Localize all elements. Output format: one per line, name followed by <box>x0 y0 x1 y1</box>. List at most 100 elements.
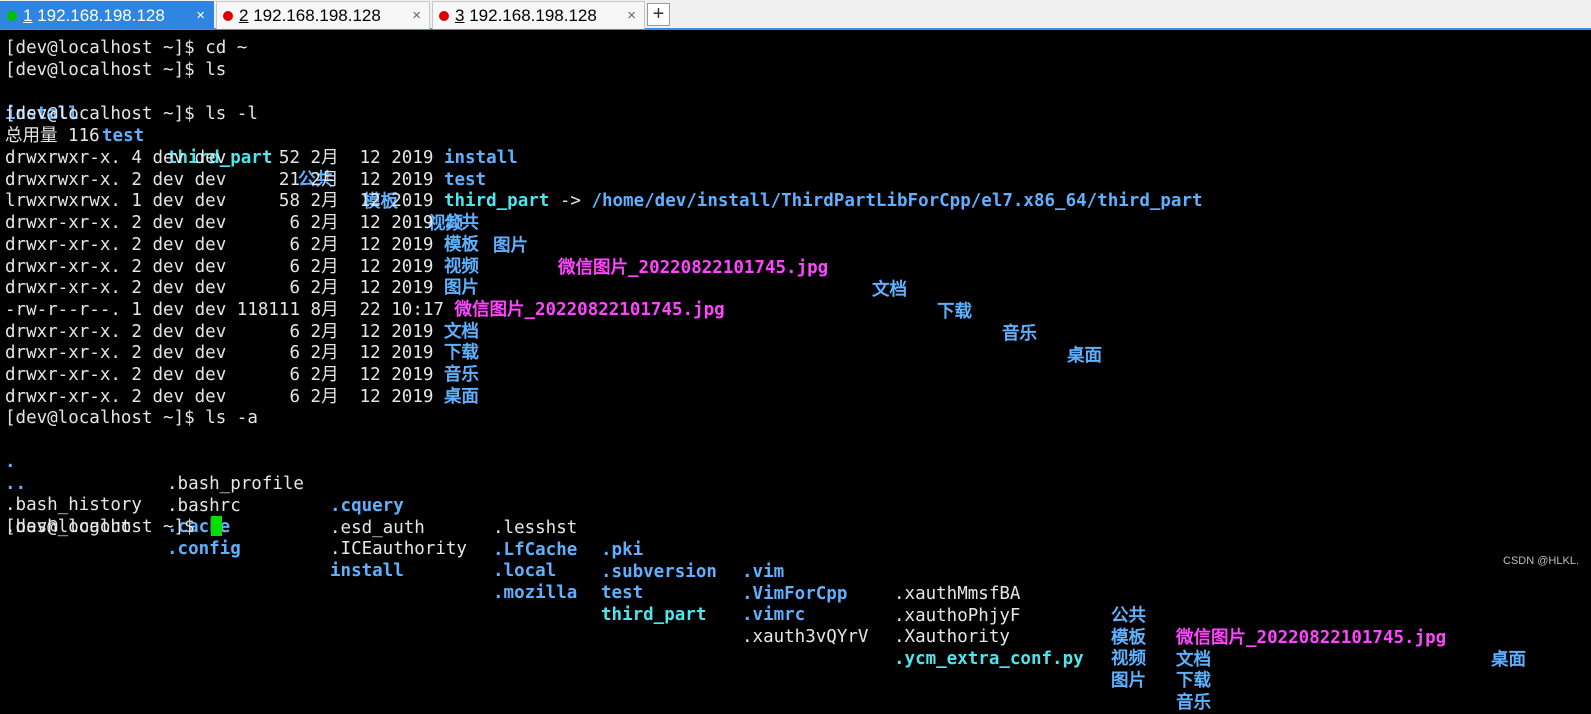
prompt: [dev@localhost ~]$ <box>5 60 205 80</box>
file-name: 模板 <box>444 235 479 255</box>
ls-item: third_part <box>601 604 706 626</box>
ls-item: .xauthoPhjyF <box>894 605 1020 627</box>
tab-number: 3 <box>455 6 464 25</box>
prompt: [dev@localhost ~]$ <box>5 38 205 58</box>
status-dot-icon <box>439 11 449 21</box>
ls-item: .pki <box>601 539 643 561</box>
file-meta: drwxr-xr-x. 2 dev dev 6 2月 12 2019 <box>5 387 444 407</box>
close-icon[interactable]: × <box>196 2 205 30</box>
file-name: 下载 <box>444 343 479 363</box>
ls-item: 图片 <box>1111 670 1146 692</box>
file-name: 音乐 <box>444 365 479 385</box>
ls-l-row: drwxr-xr-x. 2 dev dev 6 2月 12 2019 公共 <box>5 212 479 234</box>
file-meta: drwxr-xr-x. 2 dev dev 6 2月 12 2019 <box>5 257 444 277</box>
file-meta: drwxr-xr-x. 2 dev dev 6 2月 12 2019 <box>5 365 444 385</box>
ls-l-row: drwxr-xr-x. 2 dev dev 6 2月 12 2019 模板 <box>5 234 479 256</box>
ls-item: .config <box>167 538 241 560</box>
file-name: install <box>444 148 518 168</box>
prompt: [dev@localhost ~]$ <box>5 104 205 124</box>
command-line: [dev@localhost ~]$ ls <box>5 59 226 81</box>
ls-l-row: drwxr-xr-x. 2 dev dev 6 2月 12 2019 视频 <box>5 256 479 278</box>
ls-a-row: .bash_logout .config install .mozilla th… <box>5 494 1565 516</box>
ls-item: 下载 <box>937 301 972 323</box>
file-meta: drwxr-xr-x. 2 dev dev 6 2月 12 2019 <box>5 235 444 255</box>
tab-host: 192.168.198.128 <box>253 6 381 25</box>
ls-item: 视频 <box>1111 648 1146 670</box>
tab-host: 192.168.198.128 <box>469 6 597 25</box>
ls-item: .VimForCpp <box>742 583 847 605</box>
status-dot-icon <box>223 11 233 21</box>
file-name: third_part <box>444 191 549 211</box>
link-target: /home/dev/install/ThirdPartLibForCpp/el7… <box>591 191 1202 211</box>
ls-item: .local <box>493 560 556 582</box>
file-name: 图片 <box>444 278 479 298</box>
ls-a-row: . .bash_profile .cquery .lesshst .pki .v… <box>5 429 1565 451</box>
ls-item: .esd_auth <box>330 517 425 539</box>
ls-l-row: drwxr-xr-x. 2 dev dev 6 2月 12 2019 文档 <box>5 321 479 343</box>
terminal-cursor <box>211 516 222 536</box>
file-name: 微信图片_20220822101745.jpg <box>454 300 724 320</box>
file-name: 文档 <box>444 322 479 342</box>
file-meta: drwxr-xr-x. 2 dev dev 6 2月 12 2019 <box>5 322 444 342</box>
file-name: 公共 <box>444 213 479 233</box>
tab-number: 2 <box>239 6 248 25</box>
ls-l-row: drwxr-xr-x. 2 dev dev 6 2月 12 2019 图片 <box>5 277 479 299</box>
command-line: [dev@localhost ~]$ cd ~ <box>5 37 247 59</box>
ls-item: test <box>102 125 144 147</box>
tab-1[interactable]: 1 192.168.198.128 × <box>0 1 214 29</box>
ls-total: 总用量 116 <box>5 125 100 147</box>
ls-a-row: .bash_history .cache .ICEauthority .loca… <box>5 472 1565 494</box>
ls-a-row: .. .bashrc .esd_auth .LfCache .subversio… <box>5 451 1565 473</box>
ls-output: install test third_part 公共 模板 视频 图片 微信图片… <box>5 81 1125 103</box>
status-dot-icon <box>7 11 17 21</box>
ls-item: .Xauthority <box>894 626 1010 648</box>
prompt: [dev@localhost ~]$ <box>5 517 205 537</box>
file-meta: -rw-r--r--. 1 dev dev 118111 8月 22 10:17 <box>5 300 454 320</box>
ls-l-row: lrwxrwxrwx. 1 dev dev 58 2月 12 2019 thir… <box>5 190 1203 212</box>
tab-number: 1 <box>23 6 32 25</box>
prompt: [dev@localhost ~]$ <box>5 408 205 428</box>
ls-item: 微信图片_20220822101745.jpg <box>1176 627 1446 649</box>
file-meta: drwxr-xr-x. 2 dev dev 6 2月 12 2019 <box>5 213 444 233</box>
ls-item: 音乐 <box>1002 323 1037 345</box>
command: ls -a <box>205 408 258 428</box>
command-line: [dev@localhost ~]$ <box>5 516 205 538</box>
link-arrow: -> <box>549 191 591 211</box>
ls-item: 微信图片_20220822101745.jpg <box>558 257 828 279</box>
ls-item: 公共 <box>1111 605 1146 627</box>
tab-2[interactable]: 2 192.168.198.128 × <box>216 1 430 29</box>
ls-item: install <box>330 560 404 582</box>
file-meta: drwxr-xr-x. 2 dev dev 6 2月 12 2019 <box>5 343 444 363</box>
command-line: [dev@localhost ~]$ ls -l <box>5 103 258 125</box>
ls-item: 桌面 <box>1491 649 1526 671</box>
close-icon[interactable]: × <box>412 2 421 30</box>
tab-3[interactable]: 3 192.168.198.128 × <box>432 1 645 29</box>
command-line: [dev@localhost ~]$ ls -a <box>5 407 258 429</box>
ls-item: 文档 <box>1176 649 1211 671</box>
close-icon[interactable]: × <box>627 2 636 30</box>
ls-item: .vim <box>742 561 784 583</box>
ls-item: .ycm_extra_conf.py <box>894 648 1084 670</box>
tab-host: 192.168.198.128 <box>37 6 165 25</box>
new-tab-button[interactable]: + <box>647 3 670 26</box>
file-name: 桌面 <box>444 387 479 407</box>
file-meta: drwxrwxr-x. 4 dev dev 52 2月 12 2019 <box>5 148 444 168</box>
ls-item: 文档 <box>872 279 907 301</box>
ls-item: test <box>601 582 643 604</box>
ls-item: .subversion <box>601 561 717 583</box>
ls-l-row: drwxr-xr-x. 2 dev dev 6 2月 12 2019 音乐 <box>5 364 479 386</box>
ls-item: .xauthMmsfBA <box>894 583 1020 605</box>
ls-item: 模板 <box>1111 627 1146 649</box>
file-meta: drwxr-xr-x. 2 dev dev 6 2月 12 2019 <box>5 278 444 298</box>
ls-item: .LfCache <box>493 539 577 561</box>
file-name: test <box>444 170 486 190</box>
ls-item: 下载 <box>1176 670 1211 692</box>
ls-l-row: drwxrwxr-x. 2 dev dev 21 2月 12 2019 test <box>5 169 486 191</box>
ls-item: 图片 <box>493 235 528 257</box>
ls-l-row: drwxr-xr-x. 2 dev dev 6 2月 12 2019 桌面 <box>5 386 479 408</box>
watermark: CSDN @HLKL. <box>1503 555 1579 567</box>
ls-item: .lesshst <box>493 517 577 539</box>
command: ls <box>205 60 226 80</box>
ls-item: .vimrc <box>742 604 805 626</box>
ls-l-row: drwxr-xr-x. 2 dev dev 6 2月 12 2019 下载 <box>5 342 479 364</box>
